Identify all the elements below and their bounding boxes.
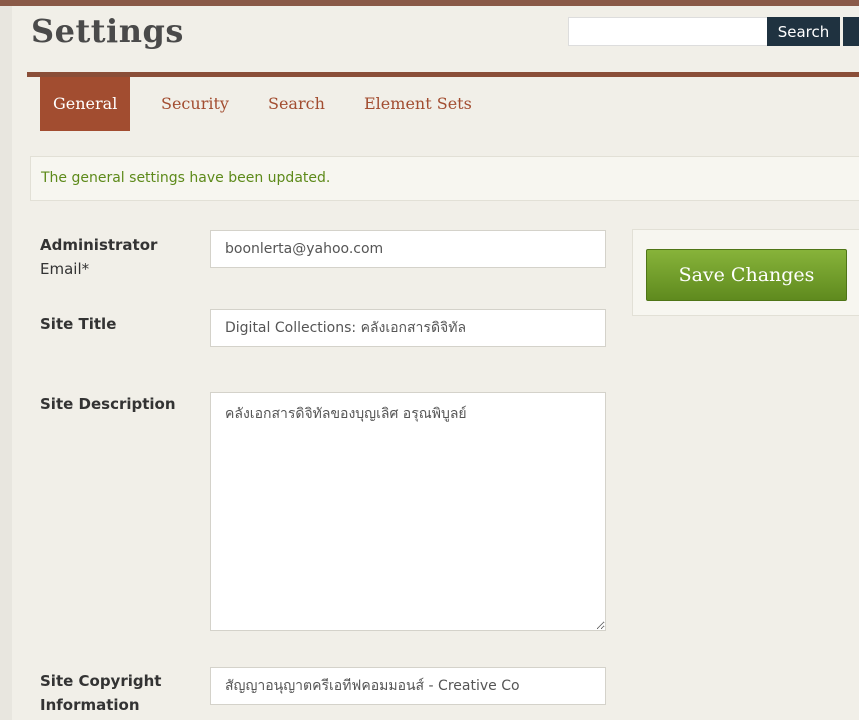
- page-left-edge: [0, 6, 12, 720]
- admin-email-field[interactable]: [210, 230, 606, 268]
- search-button[interactable]: Search: [767, 17, 840, 46]
- site-copyright-field[interactable]: [210, 667, 606, 705]
- site-copyright-label: Site Copyright Information: [40, 669, 161, 717]
- site-copyright-label-line1: Site Copyright: [40, 672, 162, 690]
- page-title: Settings: [31, 12, 184, 50]
- site-title-label: Site Title: [40, 315, 117, 333]
- admin-email-label-line2: Email*: [40, 260, 90, 278]
- tab-element-sets[interactable]: Element Sets: [352, 77, 484, 131]
- search-input[interactable]: [568, 17, 767, 46]
- success-message: The general settings have been updated.: [30, 156, 859, 201]
- site-copyright-label-line2: Information: [40, 696, 140, 714]
- save-changes-button[interactable]: Save Changes: [646, 249, 847, 301]
- site-description-label: Site Description: [40, 395, 176, 413]
- admin-email-label-line1: Administrator: [40, 236, 158, 254]
- site-title-field[interactable]: [210, 309, 606, 347]
- search-options-button[interactable]: [843, 17, 859, 46]
- admin-email-label: Administrator Email*: [40, 233, 157, 281]
- tab-general[interactable]: General: [40, 77, 131, 131]
- tab-security[interactable]: Security: [149, 77, 241, 131]
- tab-search[interactable]: Search: [256, 77, 337, 131]
- header-top-border: [0, 0, 859, 6]
- site-description-field[interactable]: คลังเอกสารดิจิทัลของบุญเลิศ อรุณพิบูลย์: [210, 392, 606, 631]
